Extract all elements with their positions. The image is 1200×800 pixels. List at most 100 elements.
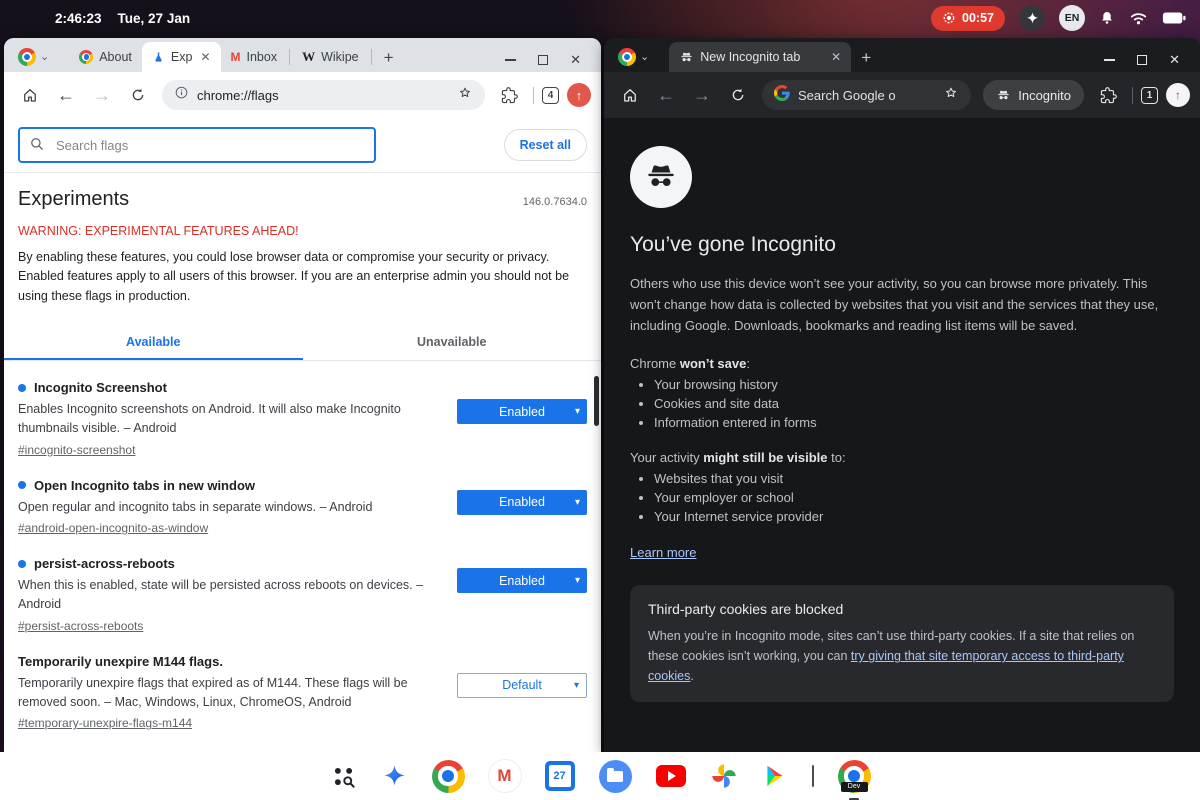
tab-close-icon[interactable]: ✕ [831, 50, 841, 64]
flag-state-select[interactable]: Enabled▾ [457, 399, 587, 424]
flag-dot [18, 384, 26, 392]
close-window-button[interactable]: ✕ [570, 53, 581, 66]
flag-dot [18, 481, 26, 489]
flag-title: Open Incognito tabs in new window [34, 478, 255, 493]
keyboard-language-button[interactable]: EN [1059, 5, 1085, 31]
new-tab-button[interactable]: + [374, 48, 404, 68]
wifi-icon[interactable] [1129, 10, 1148, 26]
page-info-icon[interactable] [174, 85, 189, 105]
browser-update-icon[interactable]: ↑ [1166, 83, 1190, 107]
wikipedia-icon: W [302, 49, 315, 65]
shelf: M 27 Dev [0, 752, 1200, 800]
chevron-down-icon: ▾ [575, 406, 580, 417]
home-button[interactable] [614, 79, 646, 111]
home-button[interactable] [14, 79, 46, 111]
assistant-sparkle-button[interactable] [1019, 5, 1045, 31]
maximize-button[interactable] [538, 55, 548, 65]
battery-icon[interactable] [1162, 11, 1186, 25]
play-store-app-icon[interactable] [762, 763, 788, 789]
list-item: Cookies and site data [654, 396, 1174, 411]
extensions-icon[interactable] [1092, 79, 1124, 111]
new-tab-button[interactable]: + [851, 48, 881, 68]
chrome-app-icon[interactable] [432, 760, 465, 793]
tab-available[interactable]: Available [4, 326, 303, 360]
maximize-button[interactable] [1137, 55, 1147, 65]
launcher-button[interactable] [330, 763, 357, 790]
tab-counter[interactable]: 4 [542, 87, 559, 104]
incognito-intro: Others who use this device won’t see you… [630, 274, 1174, 336]
tab-label: Wikipe [321, 50, 359, 64]
tab-close-icon[interactable]: ✕ [200, 50, 210, 64]
flag-permalink[interactable]: #persist-across-reboots [18, 619, 143, 633]
right-tab-strip: ⌄ New Incognito tab ✕ + ✕ [604, 38, 1200, 72]
flag-permalink[interactable]: #temporary-unexpire-flags-m144 [18, 716, 192, 730]
browser-profile-chip[interactable]: ⌄ [12, 42, 55, 72]
tab-label: About [99, 50, 132, 64]
bookmark-star-icon[interactable] [943, 85, 959, 106]
search-flags-input[interactable] [18, 127, 376, 163]
learn-more-link[interactable]: Learn more [630, 545, 696, 560]
tab-new-incognito[interactable]: New Incognito tab ✕ [669, 42, 851, 72]
tab-counter[interactable]: 1 [1141, 87, 1158, 104]
close-window-button[interactable]: ✕ [1169, 53, 1180, 66]
wont-save-heading: Chrome won’t save: [630, 356, 1174, 371]
flags-tab-bar: Available Unavailable [4, 326, 601, 361]
chrome-dev-app-icon[interactable]: Dev [838, 760, 871, 793]
list-item: Your browsing history [654, 377, 1174, 392]
gemini-app-icon[interactable] [381, 763, 408, 790]
reset-all-button[interactable]: Reset all [504, 129, 587, 161]
forward-button[interactable]: → [86, 79, 118, 111]
tab-separator [289, 49, 290, 65]
browser-update-icon[interactable]: ↑ [567, 83, 591, 107]
chevron-down-icon: ▾ [575, 575, 580, 586]
address-bar[interactable]: Search Google o [762, 80, 971, 110]
flag-state-select[interactable]: Enabled▾ [457, 568, 587, 593]
tab-experiments[interactable]: Exp ✕ [142, 42, 221, 72]
flag-permalink[interactable]: #android-open-incognito-as-window [18, 521, 208, 535]
list-item: Websites that you visit [654, 471, 1174, 486]
shelf-separator [812, 765, 814, 787]
minimize-button[interactable] [505, 59, 516, 61]
reload-button[interactable] [722, 79, 754, 111]
notification-bell-icon[interactable] [1099, 10, 1115, 26]
wont-save-list: Your browsing history Cookies and site d… [630, 377, 1174, 430]
youtube-app-icon[interactable] [656, 765, 686, 787]
flask-icon [152, 51, 165, 64]
chrome-logo-icon [18, 48, 36, 66]
url-text: chrome://flags [197, 88, 449, 103]
incognito-badge[interactable]: Incognito [983, 80, 1084, 110]
flags-intro-text: By enabling these features, you could lo… [18, 248, 587, 306]
back-button[interactable]: ← [650, 79, 682, 111]
tab-about[interactable]: About [69, 42, 142, 72]
tab-unavailable[interactable]: Unavailable [303, 326, 602, 360]
gmail-app-icon[interactable]: M [489, 760, 521, 792]
back-button[interactable]: ← [50, 79, 82, 111]
tab-wikipedia[interactable]: W Wikipe [292, 42, 369, 72]
page-title: Experiments [18, 188, 129, 211]
third-party-cookies-card: Third-party cookies are blocked When you… [630, 585, 1174, 702]
flag-permalink[interactable]: #incognito-screenshot [18, 443, 135, 457]
right-browser-toolbar: ← → Search Google o Incognito 1 ↑ [604, 72, 1200, 118]
recording-timer: 00:57 [962, 11, 994, 25]
flag-description: Open regular and incognito tabs in separ… [18, 498, 431, 517]
tab-inbox[interactable]: M Inbox [221, 42, 288, 72]
scrollbar-thumb[interactable] [594, 376, 599, 426]
forward-button[interactable]: → [686, 79, 718, 111]
browser-profile-chip[interactable]: ⌄ [612, 42, 655, 72]
flag-state-select[interactable]: Default▾ [457, 673, 587, 698]
list-item: Your employer or school [654, 490, 1174, 505]
screen-recording-pill[interactable]: 00:57 [931, 6, 1005, 31]
minimize-button[interactable] [1104, 59, 1115, 61]
flag-state-select[interactable]: Enabled▾ [457, 490, 587, 515]
flag-title: Temporarily unexpire M144 flags. [18, 654, 223, 669]
chevron-down-icon: ▾ [575, 497, 580, 508]
bookmark-star-icon[interactable] [457, 85, 473, 106]
left-tab-strip: ⌄ About Exp ✕ M Inbox W Wikipe + ✕ [4, 38, 601, 72]
extensions-icon[interactable] [493, 79, 525, 111]
flag-row: Temporarily unexpire M144 flags. Tempora… [18, 654, 587, 733]
files-app-icon[interactable] [599, 760, 632, 793]
calendar-app-icon[interactable]: 27 [545, 761, 575, 791]
photos-app-icon[interactable] [710, 762, 738, 790]
reload-button[interactable] [122, 79, 154, 111]
address-bar[interactable]: chrome://flags [162, 80, 485, 110]
